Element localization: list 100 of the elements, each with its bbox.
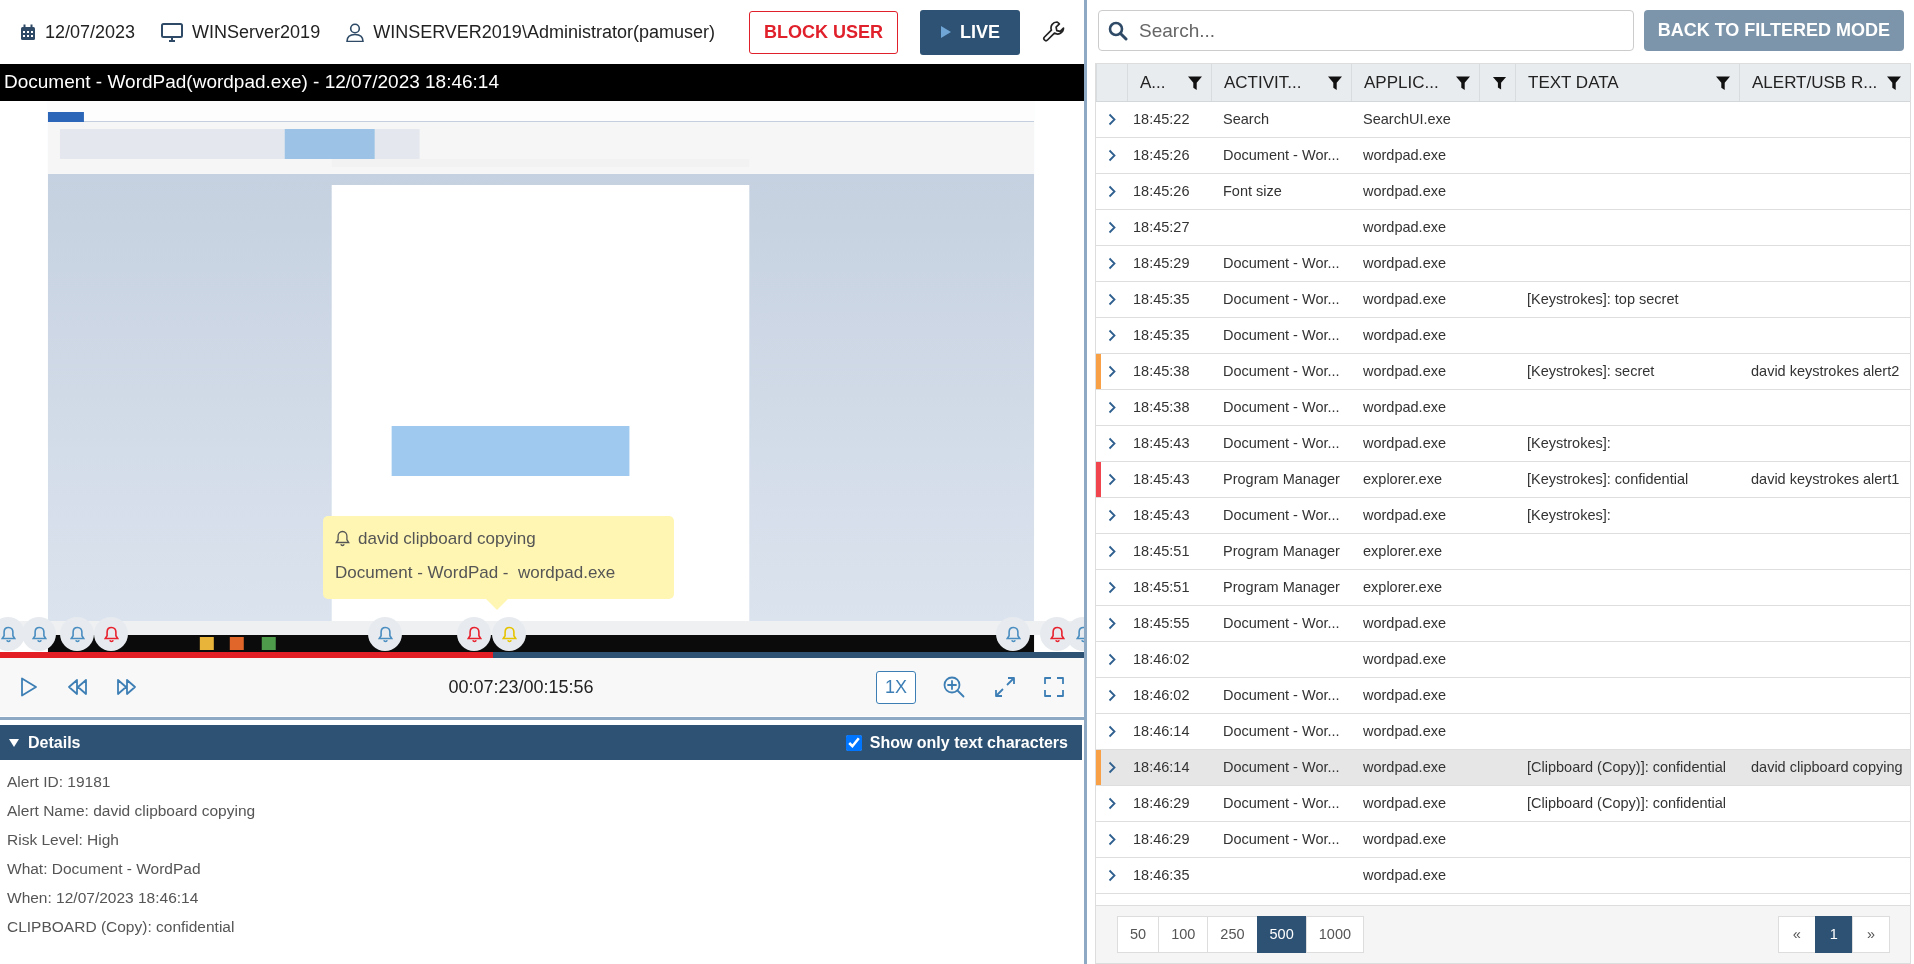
chevron-right-icon[interactable] — [1107, 581, 1116, 594]
table-row[interactable]: 18:46:29 Document - Wor... wordpad.exe [Clipboard (Copy)]: confidential — [1096, 786, 1910, 822]
chevron-right-icon[interactable] — [1107, 617, 1116, 630]
page-size-button[interactable]: 50 — [1117, 915, 1160, 954]
table-row[interactable]: 18:45:43 Document - Wor... wordpad.exe [Keystrokes]: — [1096, 498, 1910, 534]
table-row[interactable]: 18:45:35 Document - Wor... wordpad.exe [Keystrokes]: top secret — [1096, 282, 1910, 318]
table-row[interactable]: 18:45:43 Document - Wor... wordpad.exe [Keystrokes]: — [1096, 426, 1910, 462]
filter-icon[interactable] — [1187, 74, 1203, 91]
chevron-right-icon[interactable] — [1107, 365, 1116, 378]
chevron-right-icon[interactable] — [1107, 437, 1116, 450]
bell-icon — [335, 530, 350, 548]
chevron-right-icon[interactable] — [1107, 257, 1116, 270]
chevron-right-icon[interactable] — [1107, 149, 1116, 162]
table-row[interactable]: 18:46:29 Document - Wor... wordpad.exe — [1096, 822, 1910, 858]
table-cell: wordpad.exe — [1363, 362, 1447, 379]
table-cell: explorer.exe — [1363, 578, 1442, 595]
table-cell: 18:46:35 — [1133, 866, 1190, 883]
live-button[interactable]: LIVE — [920, 9, 1020, 55]
chevron-right-icon[interactable] — [1107, 833, 1116, 846]
table-cell: 18:45:26 — [1133, 182, 1190, 199]
checkbox[interactable] — [845, 734, 862, 751]
chevron-right-icon[interactable] — [1107, 725, 1116, 738]
page-size-button[interactable]: 250 — [1207, 915, 1258, 954]
column-header[interactable]: ALERT/USB R... — [1752, 69, 1878, 96]
table-row[interactable]: 18:45:22 Search SearchUI.exe — [1096, 102, 1910, 138]
table-row[interactable]: 18:46:14 Document - Wor... wordpad.exe [Clipboard (Copy)]: confidential david clipboard copying — [1096, 750, 1910, 786]
chevron-right-icon[interactable] — [1107, 869, 1116, 882]
chevron-right-icon[interactable] — [1107, 401, 1116, 414]
chevron-right-icon[interactable] — [1107, 221, 1116, 234]
table-row[interactable]: 18:46:02 Document - Wor... wordpad.exe — [1096, 678, 1910, 714]
table-row[interactable]: 18:45:38 Document - Wor... wordpad.exe [Keystrokes]: secret david keystrokes alert2 — [1096, 354, 1910, 390]
table-cell: Document - Wor... — [1223, 830, 1340, 847]
block-user-button[interactable]: BLOCK USER — [748, 10, 898, 54]
column-header[interactable]: APPLIC... — [1364, 69, 1439, 96]
table-row[interactable]: 18:45:43 Program Manager explorer.exe [Keystrokes]: confidential david keystrokes alert1 — [1096, 462, 1910, 498]
caret-down-icon[interactable] — [8, 737, 20, 748]
table-row[interactable]: 18:45:38 Document - Wor... wordpad.exe — [1096, 390, 1910, 426]
table-cell: 18:46:02 — [1133, 686, 1190, 703]
table-cell: wordpad.exe — [1363, 326, 1447, 343]
column-header[interactable]: ACTIVIT... — [1224, 69, 1302, 96]
table-cell: 18:45:29 — [1133, 254, 1190, 271]
table-cell: Document - Wor... — [1223, 254, 1340, 271]
table-cell: 18:45:51 — [1133, 542, 1190, 559]
table-cell: Program Manager — [1223, 578, 1340, 595]
table-cell: 18:45:43 — [1133, 434, 1190, 451]
filter-icon[interactable] — [1455, 74, 1471, 91]
expand-icon[interactable] — [994, 676, 1016, 698]
filter-icon[interactable] — [1492, 74, 1507, 91]
zoom-in-icon[interactable] — [942, 675, 966, 699]
speed-button[interactable]: 1X — [875, 670, 916, 704]
table-cell: 18:46:02 — [1133, 650, 1190, 667]
page-size-button[interactable]: 500 — [1256, 915, 1307, 954]
filter-icon[interactable] — [1715, 74, 1731, 91]
fast-forward-icon[interactable] — [116, 678, 138, 696]
chevron-right-icon[interactable] — [1107, 185, 1116, 198]
table-row[interactable]: 18:45:35 Document - Wor... wordpad.exe — [1096, 318, 1910, 354]
table-cell: wordpad.exe — [1363, 434, 1447, 451]
page-button[interactable]: 1 — [1814, 915, 1853, 954]
chevron-right-icon[interactable] — [1107, 761, 1116, 774]
fullscreen-icon[interactable] — [1044, 677, 1064, 697]
table-cell: 18:45:43 — [1133, 506, 1190, 523]
search-field[interactable]: Search... — [1098, 10, 1634, 51]
wrench-icon[interactable] — [1042, 20, 1066, 44]
page-button[interactable]: « — [1777, 915, 1816, 954]
host-label: WINServer2019 — [192, 20, 321, 44]
chevron-right-icon[interactable] — [1107, 113, 1116, 126]
table-row[interactable]: 18:45:51 Program Manager explorer.exe — [1096, 534, 1910, 570]
page-button[interactable]: » — [1851, 915, 1890, 954]
play-icon[interactable] — [20, 677, 38, 697]
table-cell: [Clipboard (Copy)]: confidential — [1527, 794, 1727, 811]
table-row[interactable]: 18:46:35 wordpad.exe — [1096, 858, 1910, 894]
chevron-right-icon[interactable] — [1107, 473, 1116, 486]
table-row[interactable]: 18:46:02 wordpad.exe — [1096, 642, 1910, 678]
table-row[interactable]: 18:45:55 Document - Wor... wordpad.exe — [1096, 606, 1910, 642]
page-size-button[interactable]: 100 — [1158, 915, 1209, 954]
filter-icon[interactable] — [1886, 74, 1902, 91]
chevron-right-icon[interactable] — [1107, 293, 1116, 306]
page-size-button[interactable]: 1000 — [1305, 915, 1364, 954]
filter-icon[interactable] — [1327, 74, 1343, 91]
calendar-icon — [20, 23, 36, 41]
chevron-right-icon[interactable] — [1107, 653, 1116, 666]
chevron-right-icon[interactable] — [1107, 509, 1116, 522]
table-cell: wordpad.exe — [1363, 290, 1447, 307]
column-header[interactable]: A... — [1140, 69, 1166, 96]
chevron-right-icon[interactable] — [1107, 329, 1116, 342]
table-cell: explorer.exe — [1363, 470, 1442, 487]
table-row[interactable]: 18:45:26 Document - Wor... wordpad.exe — [1096, 138, 1910, 174]
table-row[interactable]: 18:45:26 Font size wordpad.exe — [1096, 174, 1910, 210]
column-header[interactable]: TEXT DATA — [1528, 69, 1619, 96]
table-cell: 18:45:51 — [1133, 578, 1190, 595]
table-row[interactable]: 18:45:29 Document - Wor... wordpad.exe — [1096, 246, 1910, 282]
rewind-icon[interactable] — [66, 678, 88, 696]
alert-title: david clipboard copying — [358, 528, 536, 550]
table-row[interactable]: 18:45:27 wordpad.exe — [1096, 210, 1910, 246]
table-row[interactable]: 18:45:51 Program Manager explorer.exe — [1096, 570, 1910, 606]
details-header[interactable]: Details Show only text characters — [0, 725, 1082, 760]
chevron-right-icon[interactable] — [1107, 545, 1116, 558]
chevron-right-icon[interactable] — [1107, 797, 1116, 810]
chevron-right-icon[interactable] — [1107, 689, 1116, 702]
table-cell: wordpad.exe — [1363, 686, 1447, 703]
